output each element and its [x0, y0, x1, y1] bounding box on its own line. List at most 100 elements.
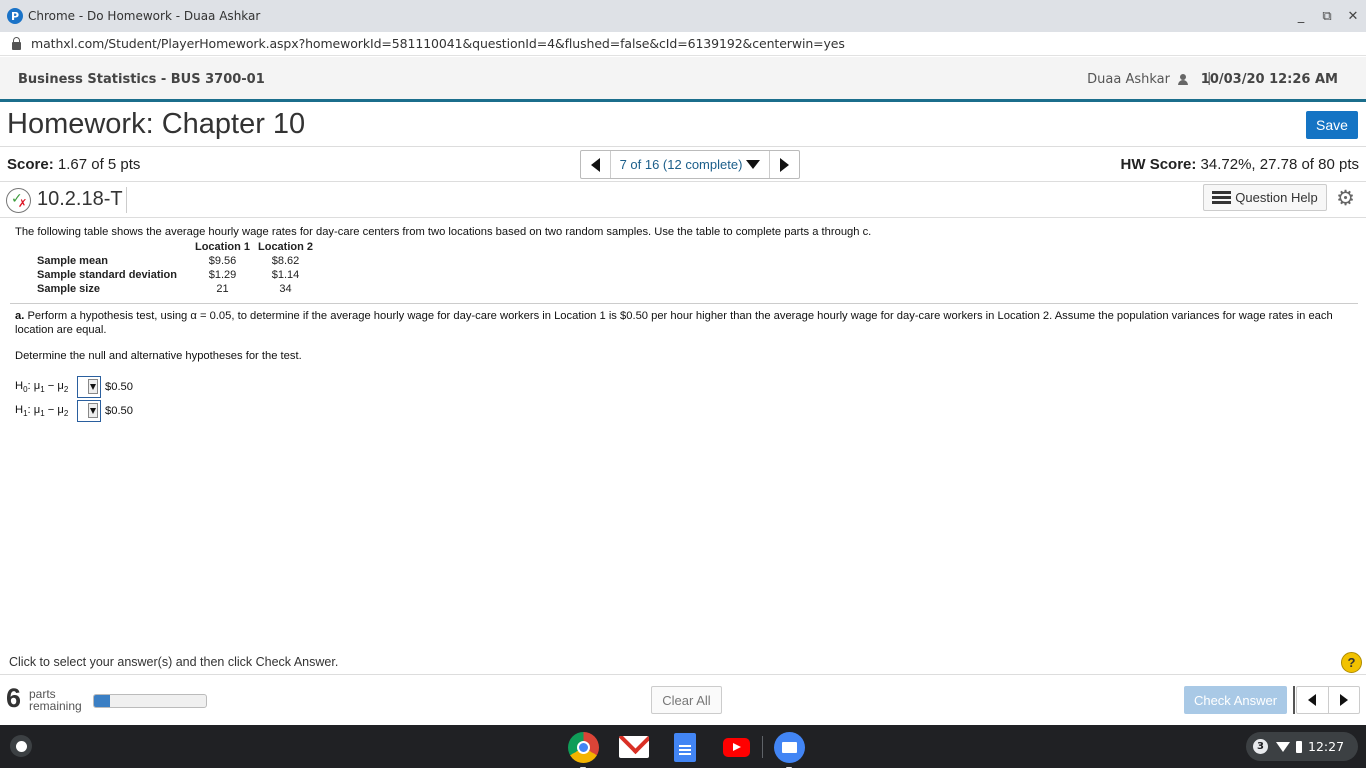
row-label: Sample standard deviation [37, 269, 177, 281]
pearson-favicon-icon: P [7, 8, 23, 24]
chrome-app[interactable] [567, 731, 599, 768]
question-help-button[interactable]: Question Help [1203, 184, 1327, 211]
table-header-location-1: Location 1 [194, 241, 250, 253]
address-bar[interactable]: mathxl.com/Student/PlayerHomework.aspx?h… [0, 32, 1366, 56]
null-hypothesis-operator-dropdown[interactable] [77, 376, 101, 398]
partial-credit-icon: ✓ ✗ [6, 188, 31, 213]
caret-down-icon [746, 160, 761, 169]
alternative-hypothesis-symbol: H1: μ1 − μ2 [15, 404, 77, 418]
table-header-location-2: Location 2 [258, 241, 314, 253]
previous-part-button[interactable] [1297, 687, 1329, 713]
course-header: Business Statistics - BUS 3700-01 Duaa A… [0, 57, 1366, 102]
pinned-apps [567, 731, 824, 768]
table-cell: $1.29 [208, 269, 237, 281]
user-menu[interactable]: Duaa Ashkar [1087, 72, 1188, 87]
chevron-right-icon [780, 157, 789, 172]
help-icon[interactable]: ? [1341, 652, 1362, 673]
part-navigator [1296, 686, 1360, 714]
part-a-body: Perform a hypothesis test, using α = 0.0… [15, 310, 1333, 336]
nav-separator [1293, 686, 1295, 714]
shelf-separator [762, 736, 763, 758]
mu-2: − μ [44, 380, 64, 392]
docs-app[interactable] [669, 731, 701, 763]
question-position: 7 of 16 (12 complete) [619, 157, 743, 172]
check-answer-button[interactable]: Check Answer [1184, 686, 1287, 714]
gmail-icon [619, 736, 649, 758]
close-icon[interactable]: ✕ [1340, 9, 1366, 24]
files-icon [773, 731, 805, 763]
os-shelf: 3 12:27 [0, 725, 1366, 768]
answer-toolbar: 6 parts remaining Clear All Check Answer [0, 674, 1366, 725]
part-a-label: a. [15, 310, 25, 322]
question-id-divider [126, 187, 127, 213]
status-tray[interactable]: 3 12:27 [1246, 732, 1358, 761]
gear-icon[interactable]: ⚙ [1336, 187, 1355, 209]
question-id-row: ✓ ✗ 10.2.18-T Question Help ⚙ [0, 183, 1366, 216]
youtube-app[interactable] [720, 731, 752, 763]
user-icon [1178, 74, 1188, 85]
question-id: 10.2.18-T [37, 188, 123, 210]
data-table: Location 1 Location 2 Sample mean $9.56 … [33, 240, 317, 296]
docs-icon [674, 732, 696, 762]
parts-progress-bar [93, 694, 207, 708]
mu-2: − μ [44, 404, 64, 416]
table-header-blank [33, 240, 191, 254]
score-row: Score: 1.67 of 5 pts 7 of 16 (12 complet… [0, 146, 1366, 182]
lock-icon [12, 36, 21, 50]
minimize-icon[interactable]: _ [1288, 9, 1314, 24]
clear-all-button[interactable]: Clear All [651, 686, 722, 714]
url-text[interactable]: mathxl.com/Student/PlayerHomework.aspx?h… [31, 36, 845, 51]
mu-2-subscript: 2 [63, 409, 69, 418]
x-mark-icon: ✗ [18, 197, 28, 210]
previous-question-button[interactable] [581, 151, 611, 178]
score-value: 1.67 of 5 pts [57, 156, 141, 173]
window-titlebar: P Chrome - Do Homework - Duaa Ashkar _ ⧉… [0, 0, 1366, 32]
question-selector[interactable]: 7 of 16 (12 complete) [611, 151, 769, 178]
chevron-left-icon [591, 157, 600, 172]
chevron-left-icon [1308, 694, 1317, 706]
mu-1: : μ [27, 380, 41, 392]
h-letter: H [15, 380, 24, 392]
chrome-icon [567, 731, 599, 763]
files-app[interactable] [773, 731, 805, 768]
h-letter: H [15, 404, 24, 416]
score-label: Score: [7, 156, 54, 173]
row-label: Sample size [37, 283, 100, 295]
gmail-app[interactable] [618, 731, 650, 763]
question-navigator: 7 of 16 (12 complete) [580, 150, 800, 179]
course-title: Business Statistics - BUS 3700-01 [18, 72, 265, 87]
table-cell: 34 [279, 283, 292, 295]
header-datetime: 10/03/20 12:26 AM [1200, 72, 1338, 87]
mu-1: : μ [27, 404, 41, 416]
youtube-icon [722, 737, 750, 757]
question-help-label: Question Help [1235, 190, 1318, 205]
restore-icon[interactable]: ⧉ [1314, 9, 1340, 24]
table-cell: $1.14 [271, 269, 300, 281]
score: Score: 1.67 of 5 pts [7, 156, 140, 173]
table-row: Sample mean $9.56 $8.62 [33, 254, 317, 268]
parts-remaining-label: parts remaining [29, 688, 82, 712]
next-question-button[interactable] [769, 151, 799, 178]
dropdown-arrow-icon [88, 403, 98, 418]
null-hypothesis-value: $0.50 [105, 381, 133, 393]
mu-2-subscript: 2 [63, 385, 69, 394]
user-name: Duaa Ashkar [1087, 72, 1170, 87]
determine-prompt: Determine the null and alternative hypot… [15, 350, 302, 362]
save-button[interactable]: Save [1306, 111, 1358, 139]
window-controls: _ ⧉ ✕ [1288, 0, 1366, 32]
notification-count-badge: 3 [1253, 739, 1268, 754]
dropdown-arrow-icon [88, 379, 98, 394]
null-hypothesis-symbol: H0: μ1 − μ2 [15, 380, 77, 394]
table-cell: 21 [216, 283, 229, 295]
table-cell: $8.62 [271, 255, 300, 267]
answer-instruction: Click to select your answer(s) and then … [9, 655, 339, 669]
table-cell: $9.56 [208, 255, 237, 267]
battery-icon [1296, 740, 1302, 753]
launcher-icon[interactable] [10, 735, 32, 757]
next-part-button[interactable] [1329, 687, 1360, 713]
question-intro: The following table shows the average ho… [15, 226, 872, 238]
null-hypothesis: H0: μ1 − μ2 $0.50 [15, 376, 133, 398]
list-icon [1212, 191, 1232, 204]
wifi-icon [1276, 741, 1290, 752]
alternative-hypothesis-operator-dropdown[interactable] [77, 400, 101, 422]
